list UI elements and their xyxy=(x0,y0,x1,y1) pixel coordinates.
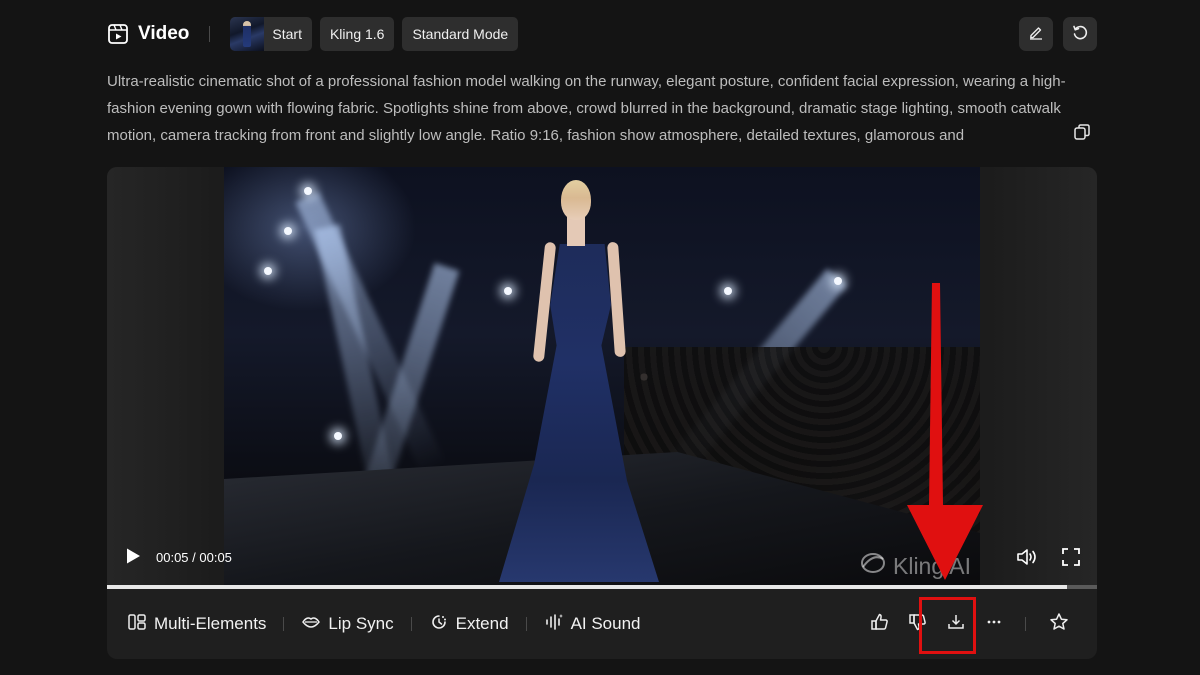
edit-icon xyxy=(1028,24,1044,45)
header: Video Start Kling 1.6 Standard Mode xyxy=(107,17,1097,51)
volume-icon xyxy=(1016,547,1038,572)
more-icon xyxy=(984,612,1004,637)
fullscreen-icon xyxy=(1061,547,1081,572)
video-frame xyxy=(224,167,980,587)
spotlight xyxy=(284,227,292,235)
header-divider xyxy=(209,26,211,42)
model-version-label: Kling 1.6 xyxy=(329,26,385,42)
volume-button[interactable] xyxy=(1015,547,1039,571)
spotlight xyxy=(834,277,842,285)
model-version-chip[interactable]: Kling 1.6 xyxy=(319,17,395,51)
copy-prompt-button[interactable] xyxy=(1071,123,1093,150)
lip-sync-icon xyxy=(301,612,321,637)
play-button[interactable] xyxy=(125,547,143,570)
mode-label: Standard Mode xyxy=(412,26,509,42)
lip-sync-button[interactable]: Lip Sync xyxy=(301,612,394,637)
multi-elements-label: Multi-Elements xyxy=(154,614,267,633)
spotlight xyxy=(264,267,272,275)
start-frame-thumbnail xyxy=(230,17,265,51)
thumbs-up-icon xyxy=(870,612,890,637)
page-title: Video xyxy=(138,23,190,44)
video-icon xyxy=(107,23,129,45)
watermark-text: Kling AI xyxy=(893,552,971,579)
multi-elements-icon xyxy=(127,612,147,637)
spotlight xyxy=(334,432,342,440)
ai-sound-label: AI Sound xyxy=(570,614,641,633)
prompt-text-block: Ultra-realistic cinematic shot of a prof… xyxy=(107,68,1099,149)
spotlight xyxy=(304,187,312,195)
prompt-text: Ultra-realistic cinematic shot of a prof… xyxy=(107,73,1066,144)
lip-sync-label: Lip Sync xyxy=(328,614,394,633)
copy-icon xyxy=(1073,123,1091,150)
evening-gown xyxy=(499,244,659,582)
star-icon xyxy=(1049,612,1069,637)
regenerate-icon xyxy=(1071,23,1089,46)
edit-button[interactable] xyxy=(1019,17,1053,51)
multi-elements-button[interactable]: Multi-Elements xyxy=(127,612,266,637)
fashion-model xyxy=(499,172,659,582)
extend-icon xyxy=(429,612,449,637)
download-highlight-box xyxy=(919,597,976,654)
kling-ai-watermark: Kling AI xyxy=(859,551,971,581)
mode-chip[interactable]: Standard Mode xyxy=(402,17,519,51)
spotlight xyxy=(724,287,732,295)
extend-label: Extend xyxy=(455,614,509,633)
video-player: 00:05 / 00:05 Kling AI Multi-Elements Li… xyxy=(107,167,1097,659)
start-chip-label: Start xyxy=(272,26,302,42)
ai-sound-icon xyxy=(544,612,564,637)
fullscreen-button[interactable] xyxy=(1059,547,1083,571)
kling-logo-icon xyxy=(859,551,887,581)
playback-time: 00:05 / 00:05 xyxy=(156,550,232,565)
video-viewport[interactable]: 00:05 / 00:05 Kling AI xyxy=(107,167,1097,589)
ai-sound-button[interactable]: AI Sound xyxy=(544,612,641,637)
more-button[interactable] xyxy=(983,613,1005,635)
extend-button[interactable]: Extend xyxy=(429,612,509,637)
favorite-button[interactable] xyxy=(1048,612,1070,637)
page-title-group: Video xyxy=(107,23,189,45)
regenerate-button[interactable] xyxy=(1063,17,1097,51)
play-icon xyxy=(125,547,141,570)
start-frame-chip[interactable]: Start xyxy=(230,17,312,51)
like-button[interactable] xyxy=(869,613,891,635)
